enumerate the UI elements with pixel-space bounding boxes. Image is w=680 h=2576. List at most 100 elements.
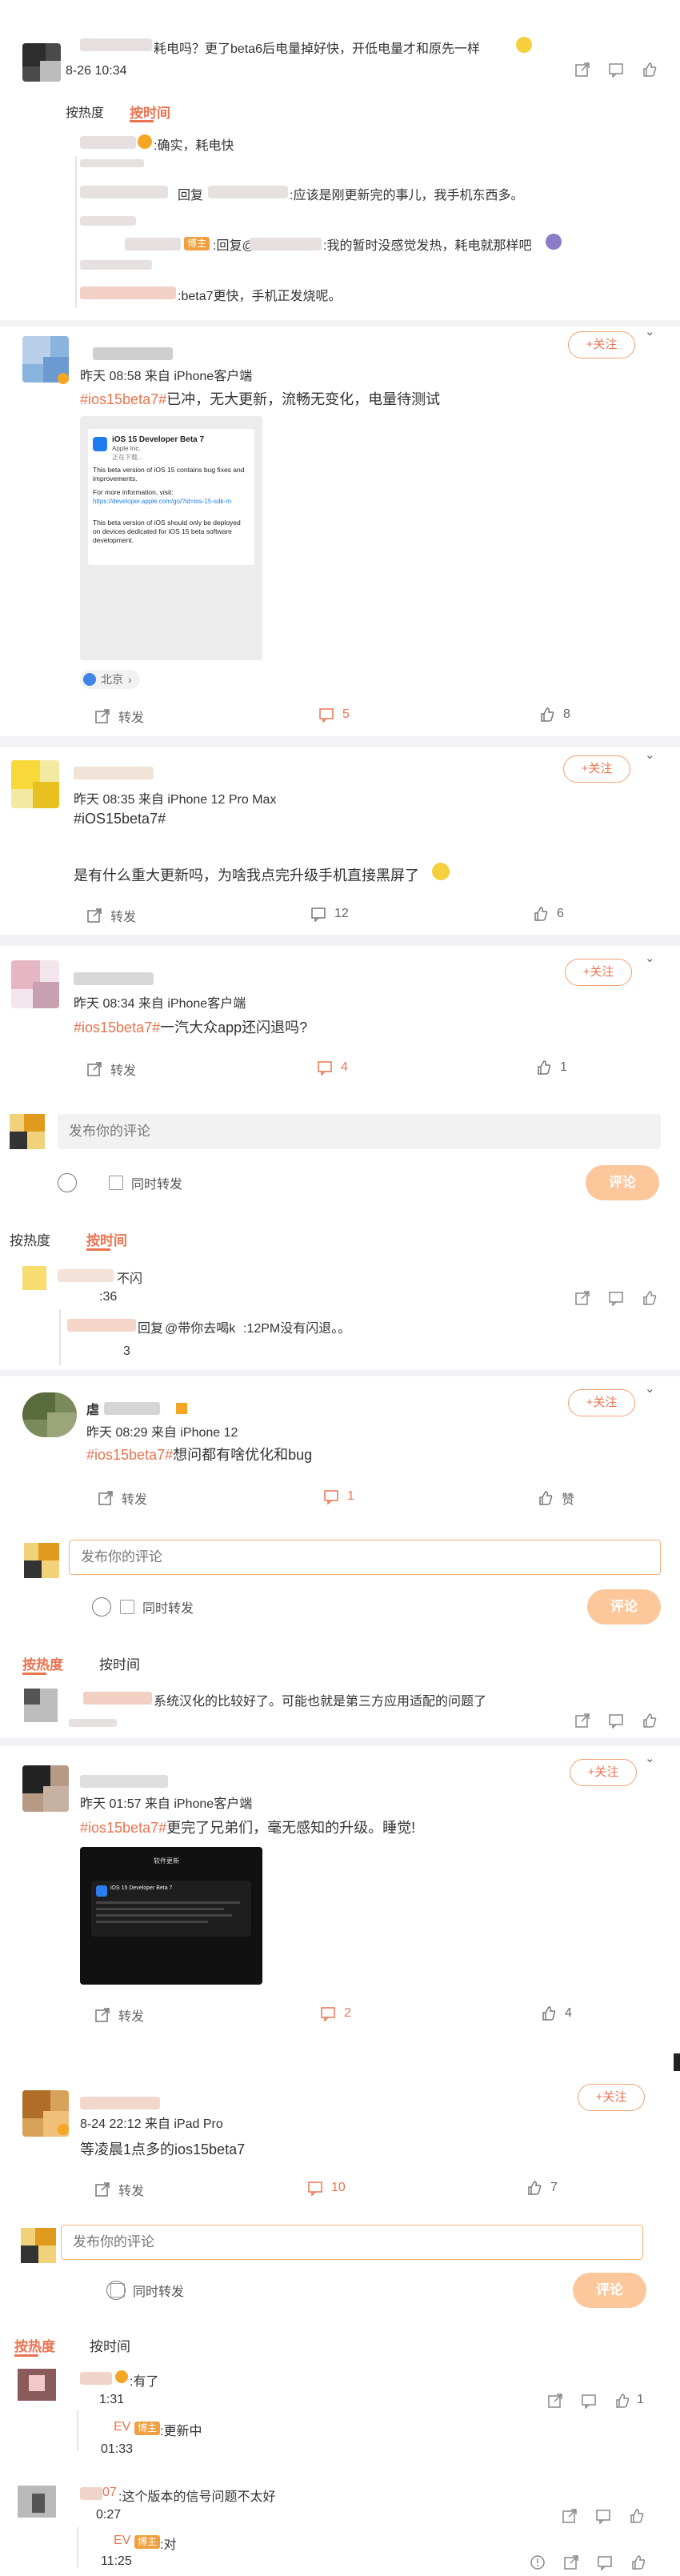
reply-username[interactable] bbox=[80, 136, 136, 149]
share-icon[interactable] bbox=[574, 62, 590, 78]
sort-by-hot[interactable]: 按热度 bbox=[22, 1653, 63, 1673]
comment-button[interactable]: 2 bbox=[320, 2005, 351, 2021]
comment-button[interactable]: 5 bbox=[318, 707, 350, 723]
submit-comment-button[interactable]: 评论 bbox=[586, 1165, 659, 1200]
hashtag[interactable]: #ios15beta7# bbox=[86, 1447, 173, 1463]
also-repost-checkbox[interactable]: 同时转发 bbox=[110, 2281, 184, 2300]
reply-mention[interactable] bbox=[208, 186, 288, 198]
chevron-down-icon[interactable]: ⌄ bbox=[645, 1751, 655, 1765]
checkbox[interactable] bbox=[109, 1176, 123, 1190]
sort-by-hot[interactable]: 按热度 bbox=[66, 102, 104, 121]
reply-mention[interactable] bbox=[250, 238, 322, 250]
reply-username[interactable] bbox=[80, 286, 176, 299]
submit-comment-button[interactable]: 评论 bbox=[573, 2273, 646, 2308]
also-repost-checkbox[interactable]: 同时转发 bbox=[120, 1597, 194, 1617]
location-tag[interactable]: 北京 › bbox=[80, 670, 140, 689]
comment-icon[interactable] bbox=[608, 1290, 624, 1306]
share-icon[interactable] bbox=[574, 1713, 590, 1729]
chevron-down-icon[interactable]: ⌄ bbox=[645, 951, 655, 965]
like-button[interactable]: 1 bbox=[536, 1060, 567, 1076]
comment-icon[interactable] bbox=[608, 62, 624, 78]
hashtag[interactable]: #ios15beta7# bbox=[74, 1020, 160, 1036]
reply-username[interactable]: EV bbox=[114, 2420, 130, 2434]
reply-name-suffix[interactable]: 07 bbox=[102, 2486, 117, 2500]
comment-button[interactable]: 12 bbox=[310, 906, 349, 922]
share-icon[interactable] bbox=[563, 2554, 579, 2570]
comment-icon[interactable] bbox=[595, 2508, 611, 2524]
like-button[interactable]: 4 bbox=[541, 2005, 572, 2021]
post-image[interactable]: iOS 15 Developer Beta 7 Apple Inc. 正在下载.… bbox=[80, 416, 262, 660]
comment-button[interactable]: 10 bbox=[307, 2180, 346, 2196]
repost-button[interactable]: 转发 bbox=[94, 2180, 144, 2199]
follow-button[interactable]: +关注 bbox=[570, 1759, 637, 1786]
avatar[interactable] bbox=[22, 1392, 77, 1437]
reply-username[interactable]: EV bbox=[114, 2534, 130, 2548]
repost-button[interactable]: 转发 bbox=[94, 707, 144, 726]
like-icon[interactable] bbox=[642, 62, 658, 78]
username-blurred[interactable] bbox=[80, 38, 152, 51]
username-blurred[interactable] bbox=[80, 2097, 160, 2109]
share-icon[interactable] bbox=[562, 2508, 578, 2524]
also-repost-checkbox[interactable]: 同时转发 bbox=[109, 1173, 182, 1192]
emoji-picker-icon[interactable] bbox=[91, 1597, 111, 1617]
comment-input[interactable] bbox=[58, 1114, 661, 1149]
like-icon[interactable] bbox=[642, 1290, 658, 1306]
reply-username[interactable] bbox=[58, 1269, 114, 1282]
reply-username[interactable] bbox=[67, 1319, 136, 1332]
username-blurred[interactable] bbox=[93, 347, 173, 360]
comment-icon[interactable] bbox=[597, 2554, 613, 2570]
post-image[interactable]: 软件更新 iOS 15 Developer Beta 7 bbox=[80, 1847, 262, 1985]
reply-username[interactable] bbox=[80, 186, 168, 198]
like-button[interactable]: 8 bbox=[539, 707, 570, 723]
emoji-picker-icon[interactable] bbox=[58, 1173, 77, 1192]
share-icon[interactable] bbox=[574, 1290, 590, 1306]
like-button[interactable]: 7 bbox=[526, 2180, 558, 2196]
like-button[interactable]: 6 bbox=[533, 906, 564, 922]
checkbox[interactable] bbox=[120, 1600, 134, 1614]
avatar[interactable] bbox=[11, 760, 59, 808]
repost-button[interactable]: 转发 bbox=[98, 1488, 147, 1508]
username-blurred[interactable] bbox=[74, 767, 154, 779]
username-blurred[interactable] bbox=[74, 972, 154, 985]
reply-username[interactable] bbox=[80, 2487, 102, 2500]
reply-username[interactable] bbox=[80, 2372, 112, 2385]
username-prefix[interactable]: 虐 bbox=[86, 1399, 99, 1418]
follow-button[interactable]: +关注 bbox=[563, 755, 630, 783]
username-blurred[interactable] bbox=[104, 1402, 160, 1415]
follow-button[interactable]: +关注 bbox=[568, 331, 635, 359]
repost-button[interactable]: 转发 bbox=[94, 2005, 144, 2025]
follow-button[interactable]: +关注 bbox=[565, 959, 632, 986]
reply-username[interactable] bbox=[83, 1692, 152, 1705]
hashtag[interactable]: #iOS15beta7# bbox=[74, 811, 166, 827]
hashtag[interactable]: #ios15beta7# bbox=[80, 391, 166, 407]
sort-by-time[interactable]: 按时间 bbox=[90, 2335, 130, 2355]
comment-icon[interactable] bbox=[608, 1713, 624, 1729]
avatar[interactable] bbox=[22, 43, 61, 82]
like-icon[interactable] bbox=[629, 2508, 645, 2524]
follow-button[interactable]: +关注 bbox=[578, 2084, 645, 2111]
sort-by-time[interactable]: 按时间 bbox=[99, 1653, 140, 1673]
like-icon[interactable] bbox=[642, 1713, 658, 1729]
checkbox[interactable] bbox=[110, 2283, 125, 2298]
chevron-down-icon[interactable]: ⌄ bbox=[645, 1381, 655, 1396]
share-icon[interactable] bbox=[547, 2393, 563, 2409]
sort-by-hot[interactable]: 按热度 bbox=[10, 1229, 50, 1249]
chevron-down-icon[interactable]: ⌄ bbox=[645, 747, 655, 762]
submit-comment-button[interactable]: 评论 bbox=[587, 1589, 661, 1625]
sort-by-time[interactable]: 按时间 bbox=[130, 102, 170, 122]
repost-button[interactable]: 转发 bbox=[86, 906, 136, 925]
sort-by-hot[interactable]: 按热度 bbox=[14, 2335, 55, 2355]
like-icon[interactable] bbox=[630, 2554, 646, 2570]
comment-icon[interactable] bbox=[581, 2393, 597, 2409]
avatar[interactable] bbox=[22, 1765, 69, 1812]
sort-by-time[interactable]: 按时间 bbox=[86, 1229, 127, 1249]
report-icon[interactable] bbox=[530, 2554, 546, 2570]
like-button[interactable]: 赞 bbox=[538, 1488, 574, 1508]
follow-button[interactable]: +关注 bbox=[568, 1389, 635, 1416]
username-blurred[interactable] bbox=[80, 1775, 168, 1788]
comment-input[interactable] bbox=[61, 2225, 643, 2260]
like-icon[interactable] bbox=[614, 2393, 630, 2409]
avatar[interactable] bbox=[11, 960, 59, 1008]
chevron-down-icon[interactable]: ⌄ bbox=[645, 324, 655, 339]
comment-button[interactable]: 4 bbox=[317, 1060, 348, 1076]
